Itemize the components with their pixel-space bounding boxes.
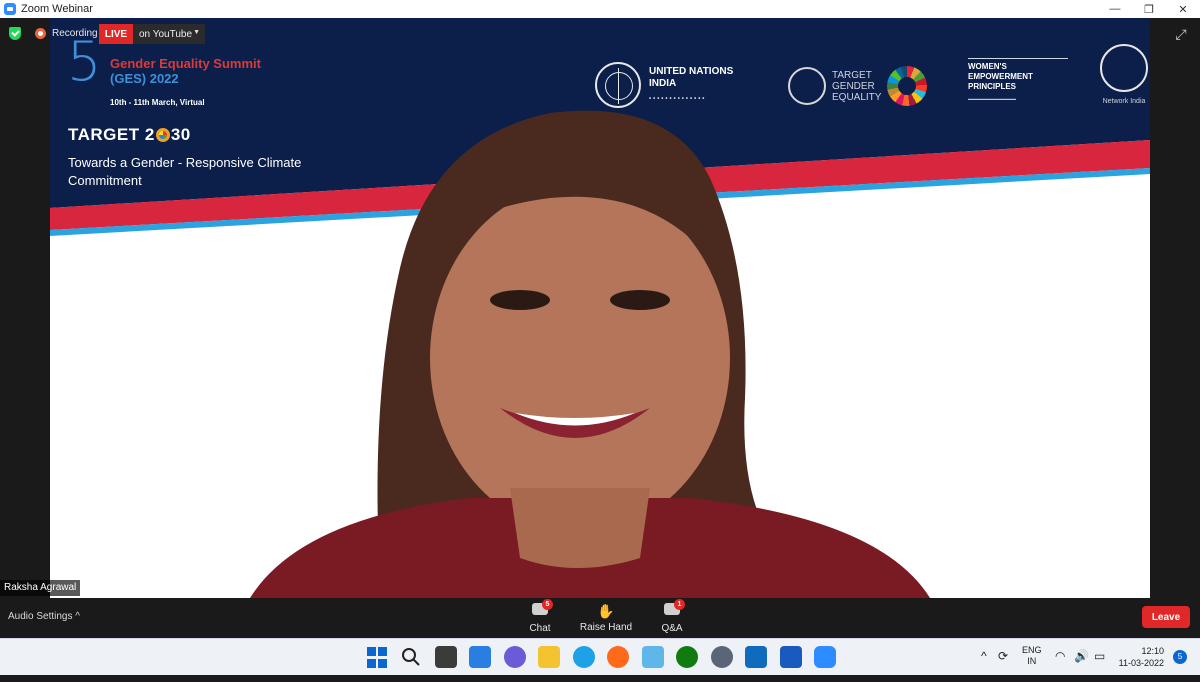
zoom-app-icon (4, 3, 16, 15)
live-stream-dropdown[interactable]: on YouTube ▼ (133, 24, 205, 44)
task-view-icon[interactable] (435, 646, 457, 668)
qa-badge: 1 (674, 599, 685, 610)
live-badge: LIVE (99, 24, 133, 44)
stream-target-label: on YouTube (139, 28, 193, 40)
lang-line1: ENG (1022, 645, 1042, 655)
leave-button[interactable]: Leave (1142, 606, 1190, 628)
settings-gear-icon[interactable] (711, 646, 733, 668)
search-icon[interactable] (400, 646, 422, 668)
gc-label: Network India (1102, 98, 1146, 105)
start-button-icon[interactable] (367, 647, 389, 669)
summit-name-text: Gender Equality Summit (110, 56, 261, 71)
tray-overflow-icon[interactable]: ^ (981, 649, 987, 663)
summit-theme: Towards a Gender - Responsive Climate Co… (68, 155, 302, 188)
speaker-right-eye (610, 290, 670, 310)
meeting-area: 5 th Gender Equality Summit (GES) 2022 1… (0, 18, 1200, 598)
system-clock[interactable]: 12:10 11-03-2022 (1114, 645, 1164, 682)
firefox-icon[interactable] (607, 646, 629, 668)
summit-year: (GES) 2022 (110, 71, 179, 86)
minimize-button[interactable]: — (1098, 0, 1132, 18)
file-explorer-icon[interactable] (538, 646, 560, 668)
clock-date: 11-03-2022 (1118, 658, 1164, 668)
participant-name-tag: Raksha Agrawal (0, 580, 81, 596)
close-button[interactable]: ✕ (1166, 0, 1200, 18)
tge-line1: TARGET (832, 69, 872, 81)
chat-badge: 5 (542, 599, 553, 610)
clock-time: 12:10 (1141, 646, 1164, 656)
audio-settings-button[interactable]: Audio Settings ^ (8, 611, 80, 622)
un-line2: INDIA (649, 77, 677, 89)
word-icon[interactable] (780, 646, 802, 668)
tge-line2: GENDER (832, 80, 875, 92)
wifi-icon[interactable]: ◠ (1055, 649, 1065, 663)
zoom-taskbar-icon[interactable] (814, 646, 836, 668)
xbox-icon[interactable] (676, 646, 698, 668)
global-compact-emblem-icon (788, 67, 826, 105)
summit-banner: 5 th Gender Equality Summit (GES) 2022 1… (50, 18, 1150, 258)
un-dots-decoration: •••••••••••••• (649, 95, 707, 102)
volume-icon[interactable]: 🔊 (1074, 649, 1089, 663)
sdg-wheel-icon (887, 66, 928, 106)
target-gender-equality-logo: TARGET GENDER EQUALITY (788, 66, 928, 106)
wep-line2: EMPOWERMENT (968, 72, 1033, 81)
un-india-logo: UNITED NATIONS INDIA •••••••••••••• (595, 62, 733, 108)
encryption-shield-icon[interactable] (9, 27, 21, 40)
window-titlebar: Zoom Webinar — ❐ ✕ (0, 0, 1200, 18)
restore-button[interactable]: ❐ (1132, 0, 1166, 18)
fullscreen-icon[interactable]: ⤢ (1173, 26, 1189, 42)
wep-line3: PRINCIPLES (968, 82, 1017, 91)
wep-fineprint-decoration: ▬▬▬▬▬▬▬▬▬▬▬▬ (968, 96, 1016, 101)
battery-icon[interactable]: ▭ (1094, 649, 1105, 663)
sdg-ring-icon (155, 128, 170, 142)
un-emblem-icon (595, 62, 641, 108)
windows-taskbar: ^ ⟳ ENG IN ◠ 🔊 ▭ 12:10 11-03-2022 5 (0, 638, 1200, 675)
hand-icon: ✋ (597, 603, 615, 619)
speaker-neck (510, 488, 650, 568)
qa-button[interactable]: 1 Q&A (642, 599, 702, 636)
qa-label: Q&A (661, 623, 683, 634)
raise-hand-button[interactable]: ✋ Raise Hand (576, 600, 636, 636)
notification-count-badge[interactable]: 5 (1173, 650, 1187, 664)
lang-line2: IN (1027, 656, 1037, 666)
widgets-icon[interactable] (469, 646, 491, 668)
summit-name: Gender Equality Summit (GES) 2022 (110, 56, 270, 86)
teams-chat-icon[interactable] (504, 646, 526, 668)
photos-app-icon[interactable] (642, 646, 664, 668)
recording-label: Recording (52, 28, 98, 39)
speaker-video: 5 th Gender Equality Summit (GES) 2022 1… (50, 18, 1150, 598)
language-indicator[interactable]: ENG IN (1022, 645, 1042, 682)
global-compact-network-logo: Network India (1098, 44, 1150, 105)
chat-button[interactable]: 5 Chat (510, 599, 570, 636)
meeting-topbar: Recording LIVE on YouTube ▼ ⤢ (0, 18, 1200, 50)
mail-icon[interactable] (745, 646, 767, 668)
wep-line1: WOMEN'S (968, 62, 1007, 71)
summit-dates: 10th - 11th March, Virtual (110, 98, 205, 107)
window-title: Zoom Webinar (21, 3, 93, 15)
tge-line3: EQUALITY (832, 91, 882, 103)
chevron-down-icon: ▼ (193, 29, 200, 36)
global-compact-globe-icon (1100, 44, 1148, 92)
target-end: 30 (170, 125, 191, 144)
weps-logo: WOMEN'S EMPOWERMENT PRINCIPLES ▬▬▬▬▬▬▬▬▬… (968, 58, 1068, 101)
edge-browser-icon[interactable] (573, 646, 595, 668)
raise-hand-label: Raise Hand (579, 622, 633, 633)
chat-label: Chat (529, 623, 551, 634)
un-line1: UNITED NATIONS (649, 65, 734, 77)
sync-icon[interactable]: ⟳ (998, 649, 1008, 663)
recording-icon[interactable] (35, 28, 46, 39)
meeting-controls: Audio Settings ^ 5 Chat ✋ Raise Hand 1 Q… (0, 598, 1200, 638)
target-word: TARGET 2 (68, 125, 155, 144)
target-2030-title: TARGET 2 30 (68, 125, 191, 145)
speaker-left-eye (490, 290, 550, 310)
